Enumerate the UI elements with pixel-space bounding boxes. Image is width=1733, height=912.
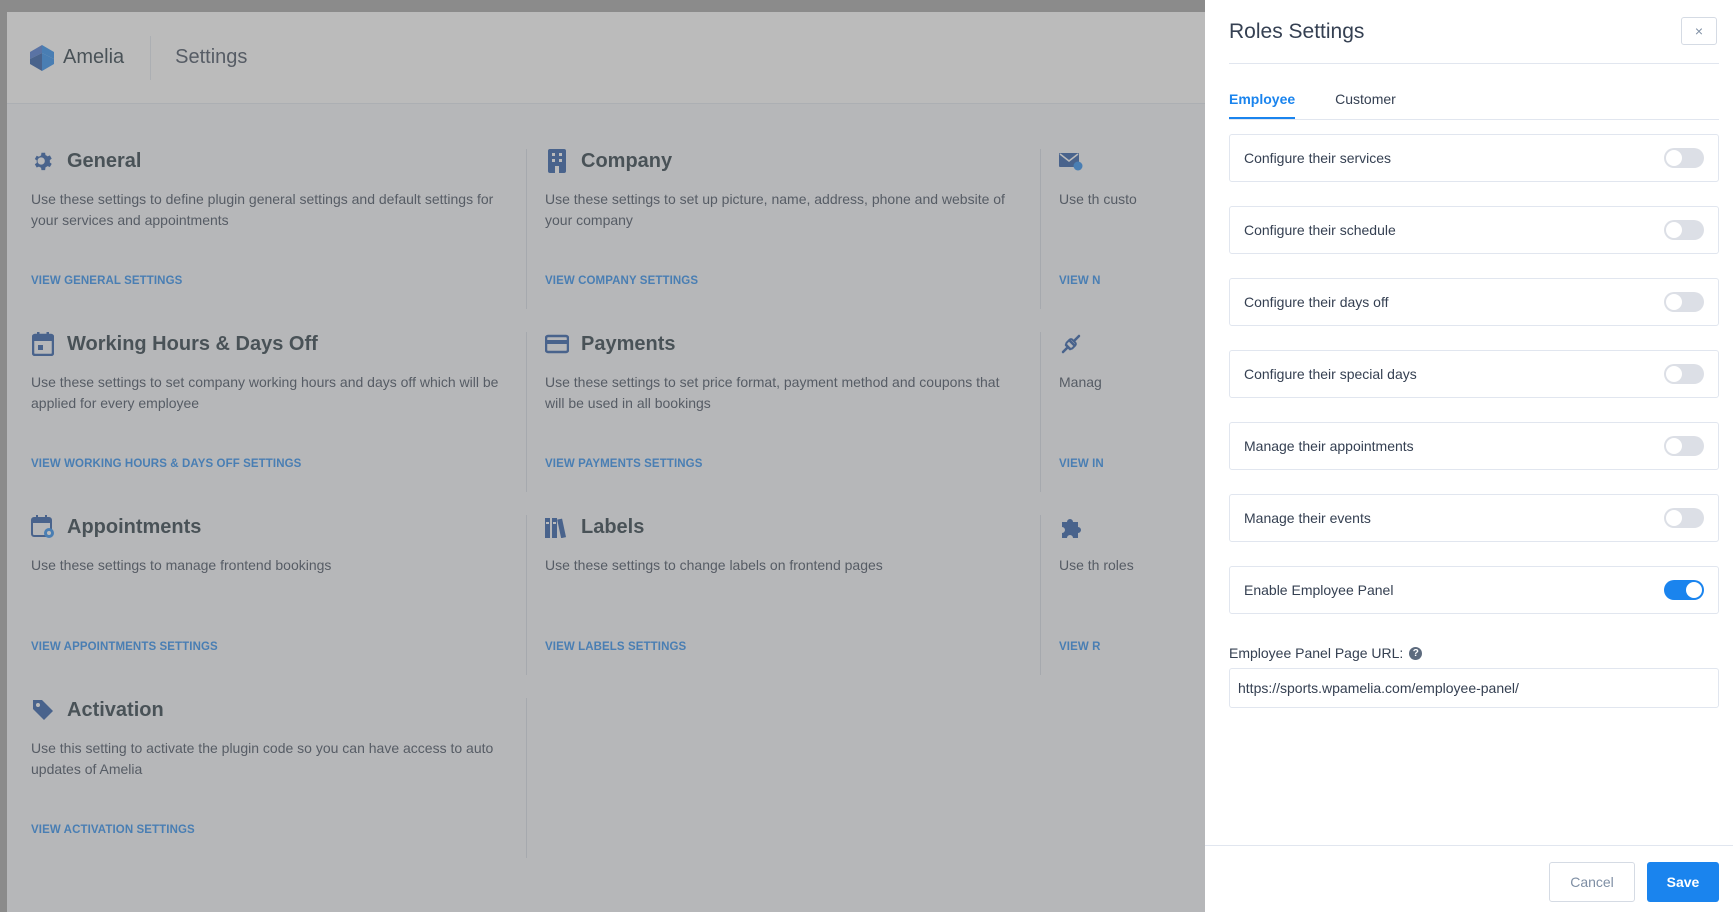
option-configure-special-days: Configure their special days	[1229, 350, 1719, 398]
configure-schedule-toggle[interactable]	[1664, 220, 1704, 240]
close-button[interactable]: ×	[1681, 17, 1717, 45]
option-label: Manage their appointments	[1244, 438, 1414, 454]
option-label: Configure their days off	[1244, 294, 1389, 310]
option-manage-appointments: Manage their appointments	[1229, 422, 1719, 470]
configure-special-days-toggle[interactable]	[1664, 364, 1704, 384]
cancel-button[interactable]: Cancel	[1549, 862, 1635, 902]
url-label-text: Employee Panel Page URL:	[1229, 645, 1404, 661]
option-label: Configure their services	[1244, 150, 1392, 166]
employee-panel-url-label: Employee Panel Page URL: ?	[1229, 645, 1423, 661]
option-label: Manage their events	[1244, 510, 1371, 526]
tab-employee[interactable]: Employee	[1229, 86, 1296, 119]
option-configure-days-off: Configure their days off	[1229, 278, 1719, 326]
dialog-header: Roles Settings ×	[1229, 0, 1719, 64]
roles-settings-dialog: Roles Settings × Employee Customer Confi…	[1205, 0, 1733, 912]
option-enable-employee-panel: Enable Employee Panel	[1229, 566, 1719, 614]
enable-employee-panel-toggle[interactable]	[1664, 580, 1704, 600]
option-configure-schedule: Configure their schedule	[1229, 206, 1719, 254]
configure-days-off-toggle[interactable]	[1664, 292, 1704, 312]
close-icon: ×	[1694, 23, 1704, 39]
manage-appointments-toggle[interactable]	[1664, 436, 1704, 456]
manage-events-toggle[interactable]	[1664, 508, 1704, 528]
employee-panel-url-input[interactable]	[1229, 668, 1719, 708]
option-label: Configure their special days	[1244, 366, 1417, 382]
tab-customer[interactable]: Customer	[1335, 86, 1396, 119]
option-label: Enable Employee Panel	[1244, 582, 1394, 598]
configure-services-toggle[interactable]	[1664, 148, 1704, 168]
dialog-title: Roles Settings	[1229, 20, 1365, 43]
option-configure-services: Configure their services	[1229, 134, 1719, 182]
option-manage-events: Manage their events	[1229, 494, 1719, 542]
help-icon[interactable]: ?	[1409, 646, 1423, 660]
roles-tabs: Employee Customer	[1229, 86, 1719, 120]
dialog-footer: Cancel Save	[1205, 845, 1733, 912]
save-button[interactable]: Save	[1647, 862, 1719, 902]
option-label: Configure their schedule	[1244, 222, 1396, 238]
